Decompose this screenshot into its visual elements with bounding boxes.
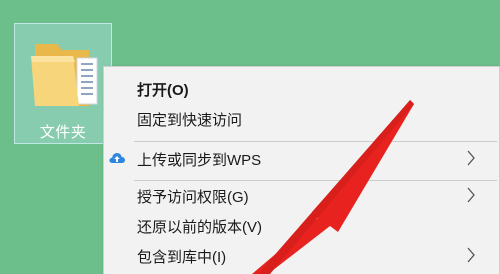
menu-item-upload-wps[interactable]: 上传或同步到WPS [104,143,499,173]
desktop-folder-item[interactable]: 文件夹 [14,23,112,144]
menu-item-label: 授予访问权限(G) [137,189,249,206]
context-menu: 打开(O) 固定到快速访问 上传或同步到WPS 授予访问权限(G) 还原以前的版… [103,66,500,274]
menu-separator [134,141,497,142]
menu-item-label: 上传或同步到WPS [137,152,262,169]
menu-item-label: 包含到库中(I) [137,249,227,266]
folder-label: 文件夹 [39,124,87,141]
menu-item-pin-quick-access[interactable]: 固定到快速访问 [104,103,499,133]
menu-item-open[interactable]: 打开(O) [104,73,499,103]
menu-item-label: 打开(O) [137,82,189,99]
chevron-right-icon [467,247,475,263]
folder-icon [31,44,98,106]
menu-item-grant-access[interactable]: 授予访问权限(G) [104,180,499,210]
cloud-upload-icon [109,153,125,163]
chevron-right-icon [467,187,475,203]
menu-item-label: 还原以前的版本(V) [137,219,262,236]
menu-item-restore-versions[interactable]: 还原以前的版本(V) [104,210,499,240]
menu-item-include-in-library[interactable]: 包含到库中(I) [104,240,499,270]
menu-item-label: 固定到快速访问 [137,112,243,129]
chevron-right-icon [467,150,475,166]
